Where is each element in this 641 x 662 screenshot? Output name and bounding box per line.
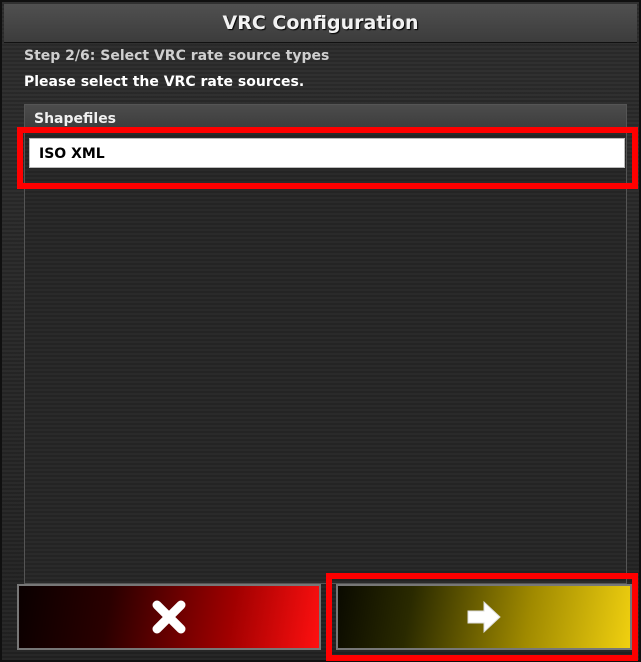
list-item-shapefiles[interactable]: Shapefiles [25, 105, 626, 133]
next-button[interactable] [336, 584, 632, 650]
step-indicator: Step 2/6: Select VRC rate source types [24, 48, 330, 64]
vrc-configuration-dialog: VRC Configuration Step 2/6: Select VRC r… [0, 0, 641, 662]
arrow-right-icon [464, 597, 504, 637]
dialog-title: VRC Configuration [4, 4, 637, 43]
instruction-text: Please select the VRC rate sources. [24, 74, 305, 90]
rate-source-list[interactable]: Shapefiles ISO XML [24, 104, 627, 584]
cancel-button[interactable] [17, 584, 321, 650]
list-item-iso-xml[interactable]: ISO XML [29, 138, 625, 168]
close-icon [149, 597, 189, 637]
